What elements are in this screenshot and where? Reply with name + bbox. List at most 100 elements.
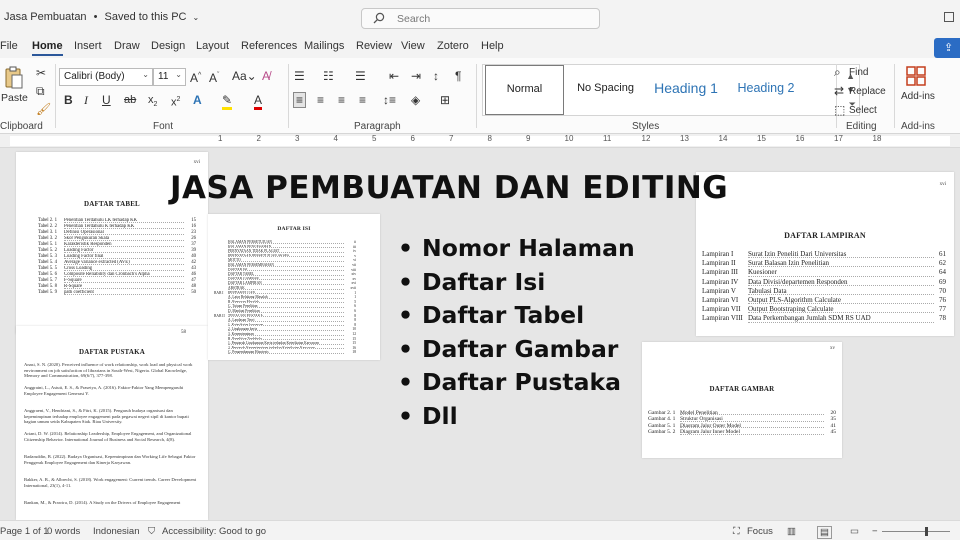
- highlight-icon[interactable]: ✎: [222, 93, 233, 110]
- accessibility-status[interactable]: Accessibility: Good to go: [162, 526, 266, 537]
- service-item: Daftar Tabel: [398, 301, 635, 335]
- tab-layout[interactable]: Layout: [196, 40, 229, 52]
- style-normal[interactable]: Normal: [485, 65, 564, 115]
- shading-icon[interactable]: ◈: [411, 93, 420, 107]
- ruler-number: 9: [526, 134, 531, 143]
- select-button[interactable]: Select: [849, 105, 877, 116]
- save-status[interactable]: Saved to this PC: [105, 11, 187, 23]
- tab-mailings[interactable]: Mailings: [304, 40, 344, 52]
- item-title: Definisi Operasional: [64, 230, 184, 235]
- superscript-icon[interactable]: x2: [171, 93, 180, 110]
- style-no-spacing[interactable]: No Spacing: [568, 65, 643, 115]
- tab-help[interactable]: Help: [481, 40, 504, 52]
- tab-references[interactable]: References: [241, 40, 297, 52]
- ruler[interactable]: 1 2 3 4 5 6 7 8 9 10 11 12 13 14 15 16 17 18: [0, 134, 960, 148]
- grow-font-icon[interactable]: A^: [190, 69, 201, 85]
- align-right-icon[interactable]: ≡: [338, 93, 345, 107]
- bullets-icon[interactable]: ☰: [294, 69, 305, 83]
- item-title: R-Square: [64, 284, 184, 289]
- page-count[interactable]: Page 1 of 1: [0, 526, 49, 537]
- font-name-select[interactable]: Calibri (Body) ⌄: [59, 68, 153, 86]
- copy-icon[interactable]: ⧉: [36, 84, 45, 98]
- tab-draw[interactable]: Draw: [114, 40, 140, 52]
- tab-view[interactable]: View: [401, 40, 425, 52]
- increase-indent-icon[interactable]: ⇥: [411, 69, 421, 83]
- page-daftar-lampiran: xvi DAFTAR LAMPIRAN Lampiran I Surat Izin…: [696, 172, 954, 336]
- item-title: Kuesioner: [748, 268, 934, 277]
- change-case-icon[interactable]: Aa⌄: [232, 69, 257, 83]
- list-item: Lampiran III Kuesioner 64: [702, 268, 946, 277]
- align-left-icon[interactable]: ≡: [293, 92, 307, 108]
- print-layout-icon[interactable]: ▤: [817, 526, 832, 539]
- tab-design[interactable]: Design: [151, 40, 185, 52]
- list-item: Tabel 5. 9 path coefficient 50: [38, 290, 196, 296]
- reference-item: Bankan, M., & Prawira, D. (2014). A Stud…: [24, 500, 181, 505]
- proofing-language[interactable]: Indonesian: [93, 526, 139, 537]
- sort-icon[interactable]: ↕: [433, 69, 439, 83]
- font-color-icon[interactable]: A: [254, 93, 263, 110]
- page-daftar-pustaka: 58 DAFTAR PUSTAKA Anasi, S. N. (2020). P…: [16, 326, 208, 520]
- share-button[interactable]: ⇪: [934, 38, 960, 58]
- document-canvas[interactable]: xvi DAFTAR TABEL Tabel 2. 1 Penelitian Te…: [0, 148, 960, 520]
- font-size-value: 11: [158, 71, 169, 82]
- tab-file[interactable]: File: [0, 40, 18, 52]
- style-heading-2[interactable]: Heading 2: [729, 65, 803, 115]
- restore-window-icon[interactable]: [944, 12, 954, 22]
- text-effects-icon[interactable]: A: [193, 93, 202, 107]
- tab-insert[interactable]: Insert: [74, 40, 102, 52]
- save-status-chevron-icon[interactable]: ⌄: [193, 13, 200, 22]
- add-ins-icon[interactable]: [906, 66, 926, 86]
- style-heading-1[interactable]: Heading 1: [647, 65, 725, 115]
- item-title: Karakteristik Responden: [64, 242, 184, 247]
- focus-icon[interactable]: ⛶: [733, 526, 740, 537]
- replace-button[interactable]: Replace: [849, 86, 886, 97]
- item-label: Lampiran VII: [702, 305, 741, 314]
- zoom-slider[interactable]: [882, 531, 950, 532]
- focus-button[interactable]: Focus: [747, 526, 773, 537]
- item-title: MOTTO: [228, 258, 344, 262]
- item-page: 50: [191, 290, 196, 295]
- item-page: 76: [939, 296, 946, 304]
- reference-item: Badaruddin, B. (2022). Budaya Organisasi…: [24, 454, 196, 465]
- paste-button[interactable]: Paste: [1, 92, 28, 104]
- format-painter-icon[interactable]: 🖌: [36, 102, 51, 116]
- tab-home[interactable]: Home: [32, 40, 63, 56]
- group-divider: [55, 64, 56, 128]
- item-title: Composite Reliability dan Cronbach's Alp…: [64, 272, 184, 277]
- shrink-font-icon[interactable]: Aˇ: [209, 69, 219, 85]
- tab-zotero[interactable]: Zotero: [437, 40, 469, 52]
- zoom-out-icon[interactable]: −: [872, 526, 878, 537]
- show-formatting-icon[interactable]: ¶: [455, 69, 461, 83]
- zoom-slider-thumb[interactable]: [925, 527, 928, 536]
- add-ins-button[interactable]: Add-ins: [901, 91, 935, 102]
- underline-icon[interactable]: U: [102, 93, 111, 107]
- font-size-select[interactable]: 11 ⌄: [153, 68, 186, 86]
- numbering-icon[interactable]: ☷: [323, 69, 334, 83]
- web-layout-icon[interactable]: ▭: [850, 526, 859, 537]
- subscript-icon[interactable]: x2: [148, 93, 157, 112]
- cut-icon[interactable]: ✂: [36, 66, 46, 80]
- replace-icon: ⇄: [834, 84, 845, 98]
- bold-icon[interactable]: B: [64, 93, 73, 107]
- justify-icon[interactable]: ≡: [359, 93, 366, 107]
- align-center-icon[interactable]: ≡: [317, 93, 324, 107]
- item-page: 45: [830, 429, 837, 436]
- borders-icon[interactable]: ⊞: [440, 93, 450, 107]
- italic-icon[interactable]: I: [84, 93, 88, 107]
- group-divider: [288, 64, 289, 128]
- search-box[interactable]: Search: [361, 8, 600, 29]
- item-label: Gambar 5. 2: [648, 429, 676, 436]
- item-title: Diagram Jalur Outer Model: [680, 423, 824, 429]
- tab-review[interactable]: Review: [356, 40, 392, 52]
- strikethrough-icon[interactable]: ab: [124, 93, 136, 107]
- clear-formatting-icon[interactable]: A̸: [262, 69, 270, 83]
- item-title: Loading Factor: [64, 248, 184, 253]
- decrease-indent-icon[interactable]: ⇤: [389, 69, 399, 83]
- accessibility-icon[interactable]: ⛉: [148, 526, 155, 537]
- read-mode-icon[interactable]: ▥: [787, 526, 796, 537]
- line-spacing-icon[interactable]: ↕≡: [383, 93, 396, 107]
- word-count[interactable]: 0 words: [47, 526, 80, 537]
- find-button[interactable]: Find: [849, 67, 868, 78]
- multilevel-list-icon[interactable]: ☰: [355, 69, 366, 83]
- item-title: DAFTAR GAMBAR: [228, 277, 344, 281]
